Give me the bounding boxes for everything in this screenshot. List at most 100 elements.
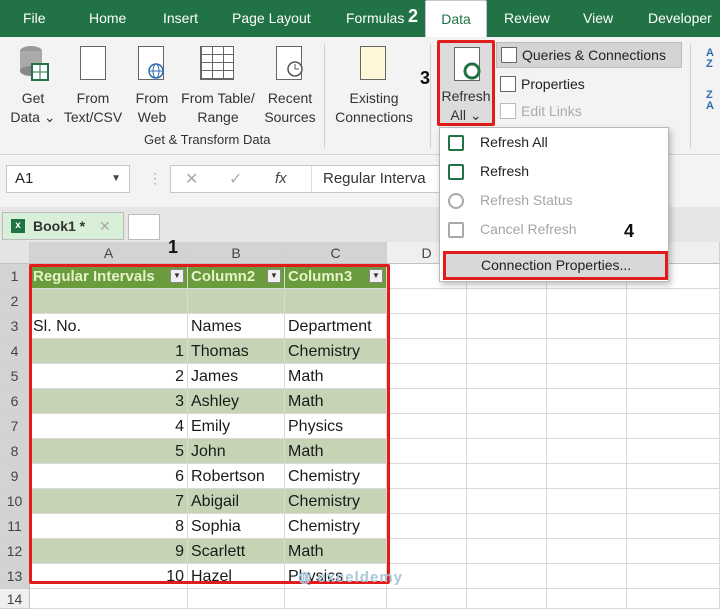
cell[interactable]	[467, 589, 547, 609]
dropdown-item[interactable]: Refresh All	[440, 128, 668, 157]
menu-review[interactable]: Review	[504, 0, 550, 37]
menu-developer[interactable]: Developer	[648, 0, 712, 37]
table-cell[interactable]	[30, 289, 188, 314]
workbook-tab[interactable]: x Book1 * ✕	[2, 212, 124, 240]
table-cell[interactable]: Chemistry	[285, 339, 387, 364]
table-header-cell[interactable]: Column2 ▼	[188, 264, 285, 289]
table-cell[interactable]: Chemistry	[285, 514, 387, 539]
cell[interactable]	[188, 589, 285, 609]
cell[interactable]	[547, 564, 627, 589]
table-cell[interactable]: Abigail	[188, 489, 285, 514]
cell[interactable]	[627, 289, 720, 314]
column-header-c[interactable]: C	[285, 242, 387, 264]
table-cell[interactable]: 2	[30, 364, 188, 389]
new-tab-button[interactable]	[128, 214, 160, 240]
cell[interactable]	[627, 389, 720, 414]
cell[interactable]	[387, 439, 467, 464]
menu-page-layout[interactable]: Page Layout	[232, 0, 311, 37]
table-cell[interactable]: 8	[30, 514, 188, 539]
table-cell[interactable]: 9	[30, 539, 188, 564]
cell[interactable]	[387, 514, 467, 539]
cell[interactable]	[467, 439, 547, 464]
table-cell[interactable]: Chemistry	[285, 489, 387, 514]
table-cell[interactable]: 10	[30, 564, 188, 589]
queries-connections-button[interactable]: Queries & Connections	[496, 42, 682, 68]
table-cell[interactable]: Hazel	[188, 564, 285, 589]
table-cell[interactable]	[188, 289, 285, 314]
formula-input[interactable]: Regular Interva	[323, 170, 426, 187]
table-cell[interactable]: John	[188, 439, 285, 464]
select-all-corner[interactable]	[0, 242, 30, 264]
cell[interactable]	[467, 564, 547, 589]
cell[interactable]	[627, 339, 720, 364]
table-cell[interactable]: 5	[30, 439, 188, 464]
cell[interactable]	[627, 589, 720, 609]
menu-file[interactable]: File	[23, 0, 46, 37]
row-header[interactable]: 14	[0, 589, 30, 609]
table-cell[interactable]: Robertson	[188, 464, 285, 489]
cell[interactable]	[547, 464, 627, 489]
row-header[interactable]: 3	[0, 314, 30, 339]
from-web-button[interactable]: From Web	[130, 40, 174, 132]
table-cell[interactable]: Math	[285, 439, 387, 464]
cell[interactable]	[467, 464, 547, 489]
close-icon[interactable]: ✕	[99, 213, 111, 239]
table-cell[interactable]: 1	[30, 339, 188, 364]
cell[interactable]	[467, 414, 547, 439]
cancel-icon[interactable]: ✕	[185, 169, 198, 189]
table-header-cell[interactable]: Column3 ▼	[285, 264, 387, 289]
row-header[interactable]: 10	[0, 489, 30, 514]
table-cell[interactable]: Department	[285, 314, 387, 339]
cell[interactable]	[627, 439, 720, 464]
from-text-csv-button[interactable]: From Text/CSV	[60, 40, 126, 132]
chevron-down-icon[interactable]: ▼	[111, 166, 121, 192]
recent-sources-button[interactable]: Recent Sources	[262, 40, 318, 132]
dropdown-item[interactable]: Refresh	[440, 157, 668, 186]
cell[interactable]	[285, 589, 387, 609]
row-header[interactable]: 2	[0, 289, 30, 314]
cell[interactable]	[627, 564, 720, 589]
refresh-all-button[interactable]: Refresh All ⌄	[437, 40, 495, 126]
cell[interactable]	[467, 289, 547, 314]
row-header[interactable]: 12	[0, 539, 30, 564]
table-cell[interactable]: Sophia	[188, 514, 285, 539]
sort-a-z-icon[interactable]: A Z	[706, 48, 716, 70]
cell[interactable]	[387, 389, 467, 414]
menu-insert[interactable]: Insert	[163, 0, 198, 37]
cell[interactable]	[467, 364, 547, 389]
filter-dropdown-icon[interactable]: ▼	[170, 269, 184, 283]
table-cell[interactable]: Math	[285, 389, 387, 414]
table-cell[interactable]: Chemistry	[285, 464, 387, 489]
table-cell[interactable]: Math	[285, 539, 387, 564]
cell[interactable]	[547, 514, 627, 539]
table-cell[interactable]: Math	[285, 364, 387, 389]
column-header-b[interactable]: B	[188, 242, 285, 264]
sort-z-a-icon[interactable]: Z A	[706, 90, 716, 112]
cell[interactable]	[467, 539, 547, 564]
table-cell[interactable]: Emily	[188, 414, 285, 439]
table-cell[interactable]: 3	[30, 389, 188, 414]
table-cell[interactable]	[285, 289, 387, 314]
table-cell[interactable]: Scarlett	[188, 539, 285, 564]
table-cell[interactable]: Thomas	[188, 339, 285, 364]
cell[interactable]	[387, 539, 467, 564]
properties-button[interactable]: Properties	[500, 73, 585, 95]
cell[interactable]	[547, 314, 627, 339]
cell[interactable]	[547, 414, 627, 439]
row-header[interactable]: 8	[0, 439, 30, 464]
enter-icon[interactable]: ✓	[229, 169, 242, 189]
menu-data[interactable]: Data	[425, 0, 487, 38]
row-header[interactable]: 9	[0, 464, 30, 489]
cell[interactable]	[387, 289, 467, 314]
menu-formulas[interactable]: Formulas	[346, 0, 404, 37]
cell[interactable]	[547, 589, 627, 609]
connection-properties-item[interactable]: Connection Properties...	[443, 251, 668, 280]
cell[interactable]	[627, 489, 720, 514]
get-data-button[interactable]: Get Data ⌄	[6, 40, 60, 132]
row-header[interactable]: 1	[0, 264, 30, 289]
cell[interactable]	[467, 489, 547, 514]
cell[interactable]	[467, 314, 547, 339]
table-cell[interactable]: Sl. No.	[30, 314, 188, 339]
filter-dropdown-icon[interactable]: ▼	[369, 269, 383, 283]
cell[interactable]	[467, 339, 547, 364]
